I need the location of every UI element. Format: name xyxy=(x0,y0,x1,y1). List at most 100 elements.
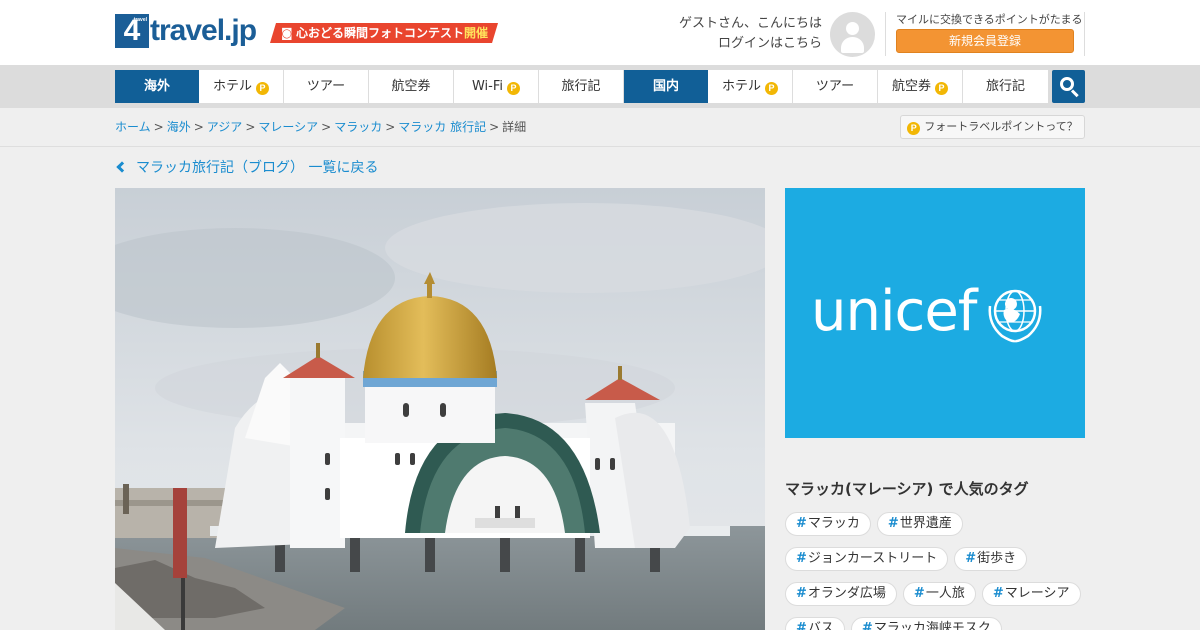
tag-label: マレーシア xyxy=(1004,586,1070,601)
breadcrumb-current: 詳細 xyxy=(502,120,527,134)
chevron-left-icon xyxy=(116,161,128,173)
breadcrumb-link-asia[interactable]: アジア xyxy=(207,120,243,134)
contest-highlight: 開催 xyxy=(464,26,489,40)
hash-icon: # xyxy=(965,551,977,566)
greeting-line: ゲストさん、こんにちは xyxy=(678,16,822,31)
breadcrumb-separator: > xyxy=(489,120,500,134)
guest-greeting: ゲストさん、こんにちは ログインはこちら xyxy=(679,14,822,54)
breadcrumb-link-malaysia[interactable]: マレーシア xyxy=(258,120,318,134)
tag-solo-trip[interactable]: #一人旅 xyxy=(902,582,976,606)
tag-row: #バス #マラッカ海峡モスク xyxy=(785,617,1085,630)
hash-icon: # xyxy=(796,551,807,566)
point-badge-icon: P xyxy=(507,82,520,95)
breadcrumb-separator: > xyxy=(193,120,204,134)
nav-item-label: 旅行記 xyxy=(985,79,1025,94)
site-header: 4 travel travel.jp ◙ 心おどる瞬間フォトコンテスト開催 ゲス… xyxy=(0,0,1200,65)
nav-domestic-flight[interactable]: 航空券 P xyxy=(878,70,963,103)
nav-item-label: ツアー xyxy=(306,79,346,94)
nav-item-label: 航空券 xyxy=(391,79,431,94)
login-link[interactable]: ログインはこちら xyxy=(679,34,822,54)
tag-label: オランダ広場 xyxy=(807,586,886,601)
camera-icon: ◙ xyxy=(281,26,293,40)
ad-logo-text: unicef xyxy=(811,279,977,344)
point-badge-icon: P xyxy=(765,82,778,95)
points-note: マイルに交換できるポイントがたまる xyxy=(896,13,1083,26)
travelogue-main-photo[interactable] xyxy=(115,188,765,630)
tag-label: ジョンカーストリート xyxy=(807,551,938,566)
breadcrumb-link-malacca-travelogue[interactable]: マラッカ 旅行記 xyxy=(398,120,486,134)
breadcrumb-bar: ホーム > 海外 > アジア > マレーシア > マラッカ > マラッカ 旅行記 > 詳細 P フォートラ… xyxy=(0,108,1200,147)
nav-domestic-travelogue[interactable]: 旅行記 xyxy=(963,70,1048,103)
hash-icon: # xyxy=(796,516,807,531)
nav-overseas-hotel[interactable]: ホテル P xyxy=(199,70,284,103)
nav-domestic-tour[interactable]: ツアー xyxy=(793,70,878,103)
back-link-label: マラッカ旅行記（ブログ） 一覧に戻る xyxy=(136,160,379,176)
breadcrumb-separator: > xyxy=(245,120,256,134)
breadcrumb-separator: > xyxy=(153,120,164,134)
popular-tags-list: #マラッカ #世界遺産 #ジョンカーストリート #街歩き #オランダ広場 #一人… xyxy=(785,512,1085,630)
avatar-icon[interactable] xyxy=(830,12,875,57)
tag-row: #オランダ広場 #一人旅 #マレーシア xyxy=(785,582,1085,606)
tag-strait-mosque[interactable]: #マラッカ海峡モスク xyxy=(850,617,1002,630)
hash-icon: # xyxy=(796,586,807,601)
hash-icon: # xyxy=(913,586,925,601)
global-nav-bar: 海外 ホテル P ツアー 航空券 Wi-Fi P 旅行記 国内 ホテル P ツアー 航… xyxy=(0,65,1200,108)
site-logo[interactable]: 4 travel travel.jp xyxy=(115,12,257,48)
logo-text: travel.jp xyxy=(150,14,257,47)
nav-domestic-hotel[interactable]: ホテル P xyxy=(708,70,793,103)
tag-label: 街歩き xyxy=(977,551,1017,566)
hash-icon: # xyxy=(796,621,807,630)
unicef-emblem-icon xyxy=(988,289,1042,343)
nav-item-label: ホテル xyxy=(212,79,252,94)
contest-text: 心おどる瞬間フォトコンテスト xyxy=(296,26,465,40)
tag-label: バス xyxy=(807,621,834,630)
unicef-ad-banner[interactable]: unicef xyxy=(785,188,1085,438)
tag-malaysia[interactable]: #マレーシア xyxy=(981,582,1081,606)
points-info-link[interactable]: P フォートラベルポイントって？ xyxy=(900,115,1085,139)
nav-item-label: ツアー xyxy=(815,79,855,94)
register-button[interactable]: 新規会員登録 xyxy=(896,29,1074,53)
mosque-photo-image xyxy=(115,188,765,630)
point-badge-icon: P xyxy=(256,82,269,95)
tag-malacca[interactable]: #マラッカ xyxy=(785,512,871,536)
nav-overseas-tour[interactable]: ツアー xyxy=(284,70,369,103)
tag-town-walk[interactable]: #街歩き xyxy=(954,547,1028,571)
popular-tags-title: マラッカ(マレーシア) で人気のタグ xyxy=(785,480,1029,498)
nav-item-label: 旅行記 xyxy=(561,79,601,94)
hash-icon: # xyxy=(861,621,873,630)
tag-bus[interactable]: #バス xyxy=(785,617,845,630)
nav-overseas-wifi[interactable]: Wi-Fi P xyxy=(454,70,539,103)
nav-item-label: Wi-Fi xyxy=(471,79,503,94)
breadcrumb-link-home[interactable]: ホーム xyxy=(115,120,151,134)
header-divider xyxy=(885,12,886,56)
nav-overseas-flight[interactable]: 航空券 xyxy=(369,70,454,103)
tag-world-heritage[interactable]: #世界遺産 xyxy=(876,512,963,536)
tag-label: マラッカ xyxy=(807,516,860,531)
breadcrumb-link-overseas[interactable]: 海外 xyxy=(167,120,191,134)
tag-dutch-square[interactable]: #オランダ広場 xyxy=(785,582,897,606)
avatar-head-shape xyxy=(846,22,859,35)
nav-overseas-travelogue[interactable]: 旅行記 xyxy=(539,70,624,103)
tag-label: 一人旅 xyxy=(925,586,965,601)
tag-row: #ジョンカーストリート #街歩き xyxy=(785,547,1085,571)
breadcrumb-separator: > xyxy=(321,120,332,134)
hash-icon: # xyxy=(992,586,1004,601)
tag-row: #マラッカ #世界遺産 xyxy=(785,512,1085,536)
search-icon-handle xyxy=(1070,89,1079,98)
nav-item-label: 航空券 xyxy=(891,79,931,94)
search-button[interactable] xyxy=(1052,70,1085,103)
point-badge-icon: P xyxy=(907,122,921,135)
tag-jonker-street[interactable]: #ジョンカーストリート xyxy=(785,547,949,571)
global-nav: 海外 ホテル P ツアー 航空券 Wi-Fi P 旅行記 国内 ホテル P ツアー 航… xyxy=(115,70,1048,103)
header-divider xyxy=(1084,12,1085,56)
logo-four-small-text: travel xyxy=(133,17,147,23)
avatar-body-shape xyxy=(841,37,864,53)
photo-contest-banner[interactable]: ◙ 心おどる瞬間フォトコンテスト開催 xyxy=(270,23,498,43)
breadcrumb-link-malacca[interactable]: マラッカ xyxy=(334,120,382,134)
nav-overseas[interactable]: 海外 xyxy=(115,70,199,103)
breadcrumb-separator: > xyxy=(385,120,396,134)
tag-label: 世界遺産 xyxy=(899,516,952,531)
back-to-list-link[interactable]: マラッカ旅行記（ブログ） 一覧に戻る xyxy=(115,158,378,178)
nav-domestic[interactable]: 国内 xyxy=(624,70,708,103)
point-badge-icon: P xyxy=(935,82,948,95)
